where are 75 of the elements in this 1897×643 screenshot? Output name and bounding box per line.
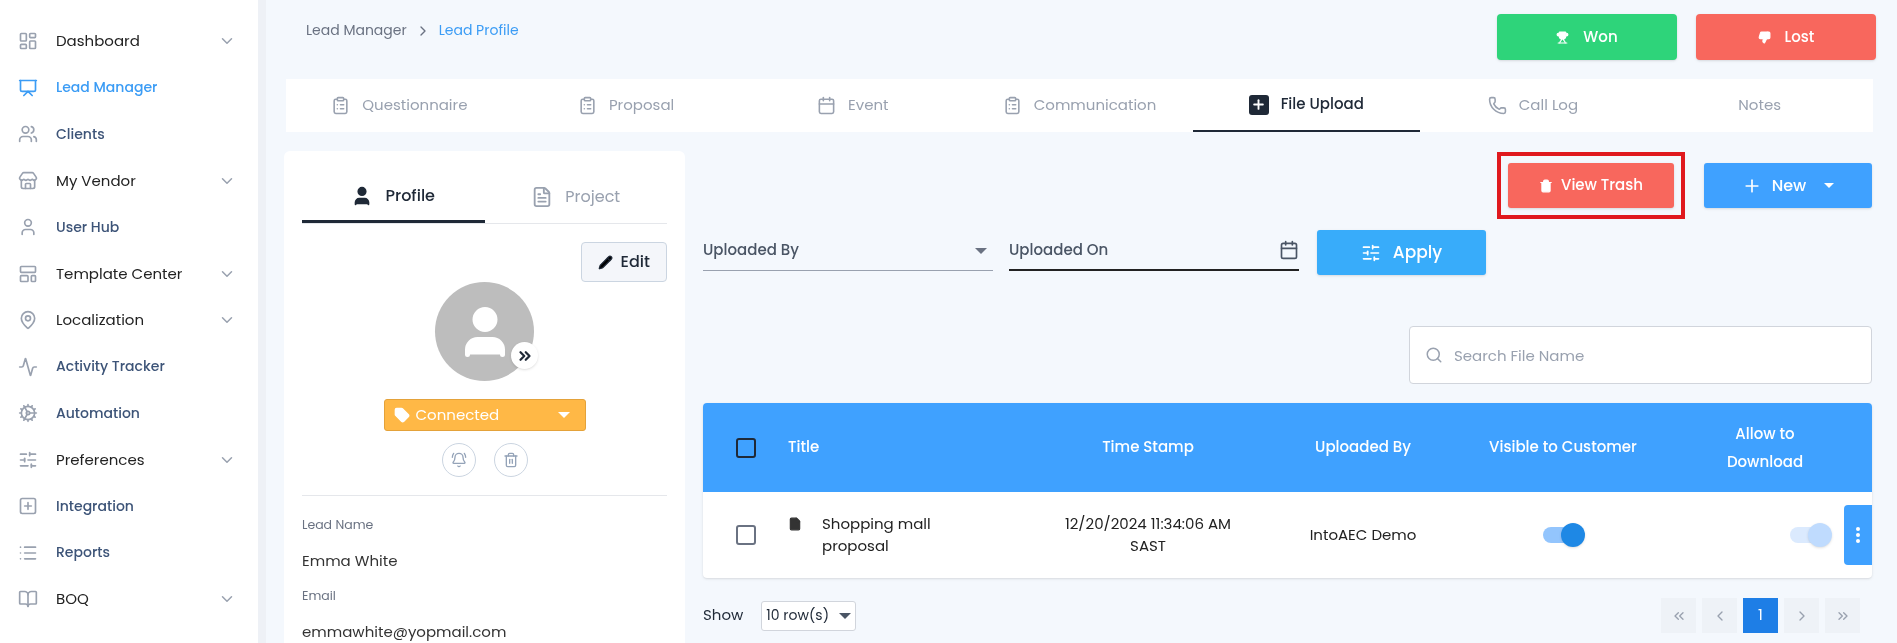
trophy-icon bbox=[1556, 30, 1570, 44]
calendar-icon bbox=[817, 96, 837, 115]
phone-icon bbox=[1487, 96, 1507, 115]
next-page-button[interactable] bbox=[1784, 598, 1819, 633]
more-vertical-icon bbox=[1856, 527, 1860, 543]
file-icon bbox=[788, 516, 802, 531]
sidebar-item[interactable]: Template Center bbox=[18, 250, 236, 297]
user-icon bbox=[18, 217, 38, 238]
book-icon bbox=[18, 589, 38, 610]
group-icon bbox=[18, 124, 38, 145]
field-label: Lead Name bbox=[302, 516, 375, 535]
pencil-icon bbox=[597, 254, 613, 270]
storefront-icon bbox=[18, 170, 38, 191]
plus-square-icon bbox=[1248, 94, 1269, 115]
clipboard-icon bbox=[577, 96, 597, 115]
trash-icon bbox=[1538, 178, 1553, 193]
sidebar-item[interactable]: Integration bbox=[18, 483, 236, 530]
uploaded-by-dropdown[interactable]: Uploaded By bbox=[703, 231, 993, 271]
caret-icon bbox=[557, 412, 570, 418]
column-header: Time Stamp bbox=[1101, 436, 1195, 459]
field-label: Email bbox=[302, 587, 337, 606]
rows-per-page-dropdown[interactable]: 10 row(s) bbox=[761, 600, 856, 631]
sidebar-item[interactable]: My Vendor bbox=[18, 157, 236, 204]
page-button[interactable]: 1 bbox=[1743, 598, 1778, 633]
sidebar-item[interactable]: Automation bbox=[18, 390, 236, 437]
edit-button[interactable]: Edit bbox=[580, 242, 667, 282]
column-header: Uploaded By bbox=[1314, 436, 1412, 459]
search-icon bbox=[1425, 346, 1443, 364]
clipboard-icon bbox=[331, 96, 351, 115]
table-row[interactable]: Shopping mall proposal 12/20/2024 11:34:06 AM SAST IntoAEC Demo bbox=[703, 492, 1872, 578]
column-header: Allow to Download bbox=[1725, 421, 1805, 474]
show-label: Show bbox=[703, 604, 744, 627]
caret-icon bbox=[839, 612, 851, 619]
table-cell-text: Shopping mall proposal bbox=[822, 512, 932, 558]
caret-icon bbox=[1824, 183, 1835, 188]
table-cell: 12/20/2024 11:34:06 AM SAST bbox=[1063, 512, 1233, 558]
checkbox[interactable] bbox=[735, 437, 756, 458]
map-pin-icon bbox=[18, 310, 38, 331]
thumbs-down-icon bbox=[1757, 30, 1771, 44]
uploaded-on-field[interactable]: Uploaded On bbox=[1009, 231, 1299, 271]
bell-icon bbox=[450, 452, 467, 468]
checkbox[interactable] bbox=[735, 525, 756, 545]
more-menu-button[interactable] bbox=[1844, 505, 1872, 565]
tag-icon bbox=[393, 407, 410, 423]
sliders-icon bbox=[18, 449, 38, 470]
previous-page-button[interactable] bbox=[1702, 598, 1737, 633]
profile-tab[interactable]: Profile bbox=[302, 171, 485, 223]
sidebar-item[interactable]: Localization bbox=[18, 297, 236, 344]
gear-icon bbox=[18, 403, 38, 424]
sidebar-item[interactable]: Clients bbox=[18, 111, 236, 158]
first-page-button[interactable] bbox=[1661, 598, 1696, 633]
plus-square-icon bbox=[18, 496, 38, 517]
sidebar-item[interactable]: Dashboard bbox=[18, 18, 236, 65]
caret-icon bbox=[975, 247, 987, 254]
calendar-icon bbox=[1279, 240, 1299, 260]
search-field[interactable]: Search File Name bbox=[1409, 326, 1872, 384]
sidebar-item[interactable]: Reports bbox=[18, 529, 236, 576]
table-cell: IntoAEC Demo bbox=[1309, 523, 1417, 547]
column-header: Title bbox=[788, 436, 821, 459]
field-value: emmawhite@yopmail.com bbox=[302, 621, 508, 643]
clipboard-icon bbox=[1002, 96, 1022, 115]
chevrons-right-icon[interactable] bbox=[511, 342, 538, 369]
trash-icon bbox=[502, 452, 519, 468]
sidebar-item[interactable]: BOQ bbox=[18, 576, 236, 623]
sliders-icon bbox=[1360, 242, 1381, 263]
sidebar-item[interactable]: Preferences bbox=[18, 436, 236, 483]
field-value: Emma White bbox=[302, 549, 399, 573]
sidebar-item[interactable]: User Hub bbox=[18, 204, 236, 251]
breadcrumb-link[interactable]: Lead Manager bbox=[306, 20, 407, 41]
column-header: Visible to Customer bbox=[1488, 436, 1638, 459]
last-page-button[interactable] bbox=[1825, 598, 1860, 633]
template-icon bbox=[18, 263, 38, 284]
sidebar-item[interactable]: Activity Tracker bbox=[18, 343, 236, 390]
tab[interactable]: File Upload bbox=[1192, 79, 1420, 132]
dashboard-icon bbox=[18, 31, 38, 52]
